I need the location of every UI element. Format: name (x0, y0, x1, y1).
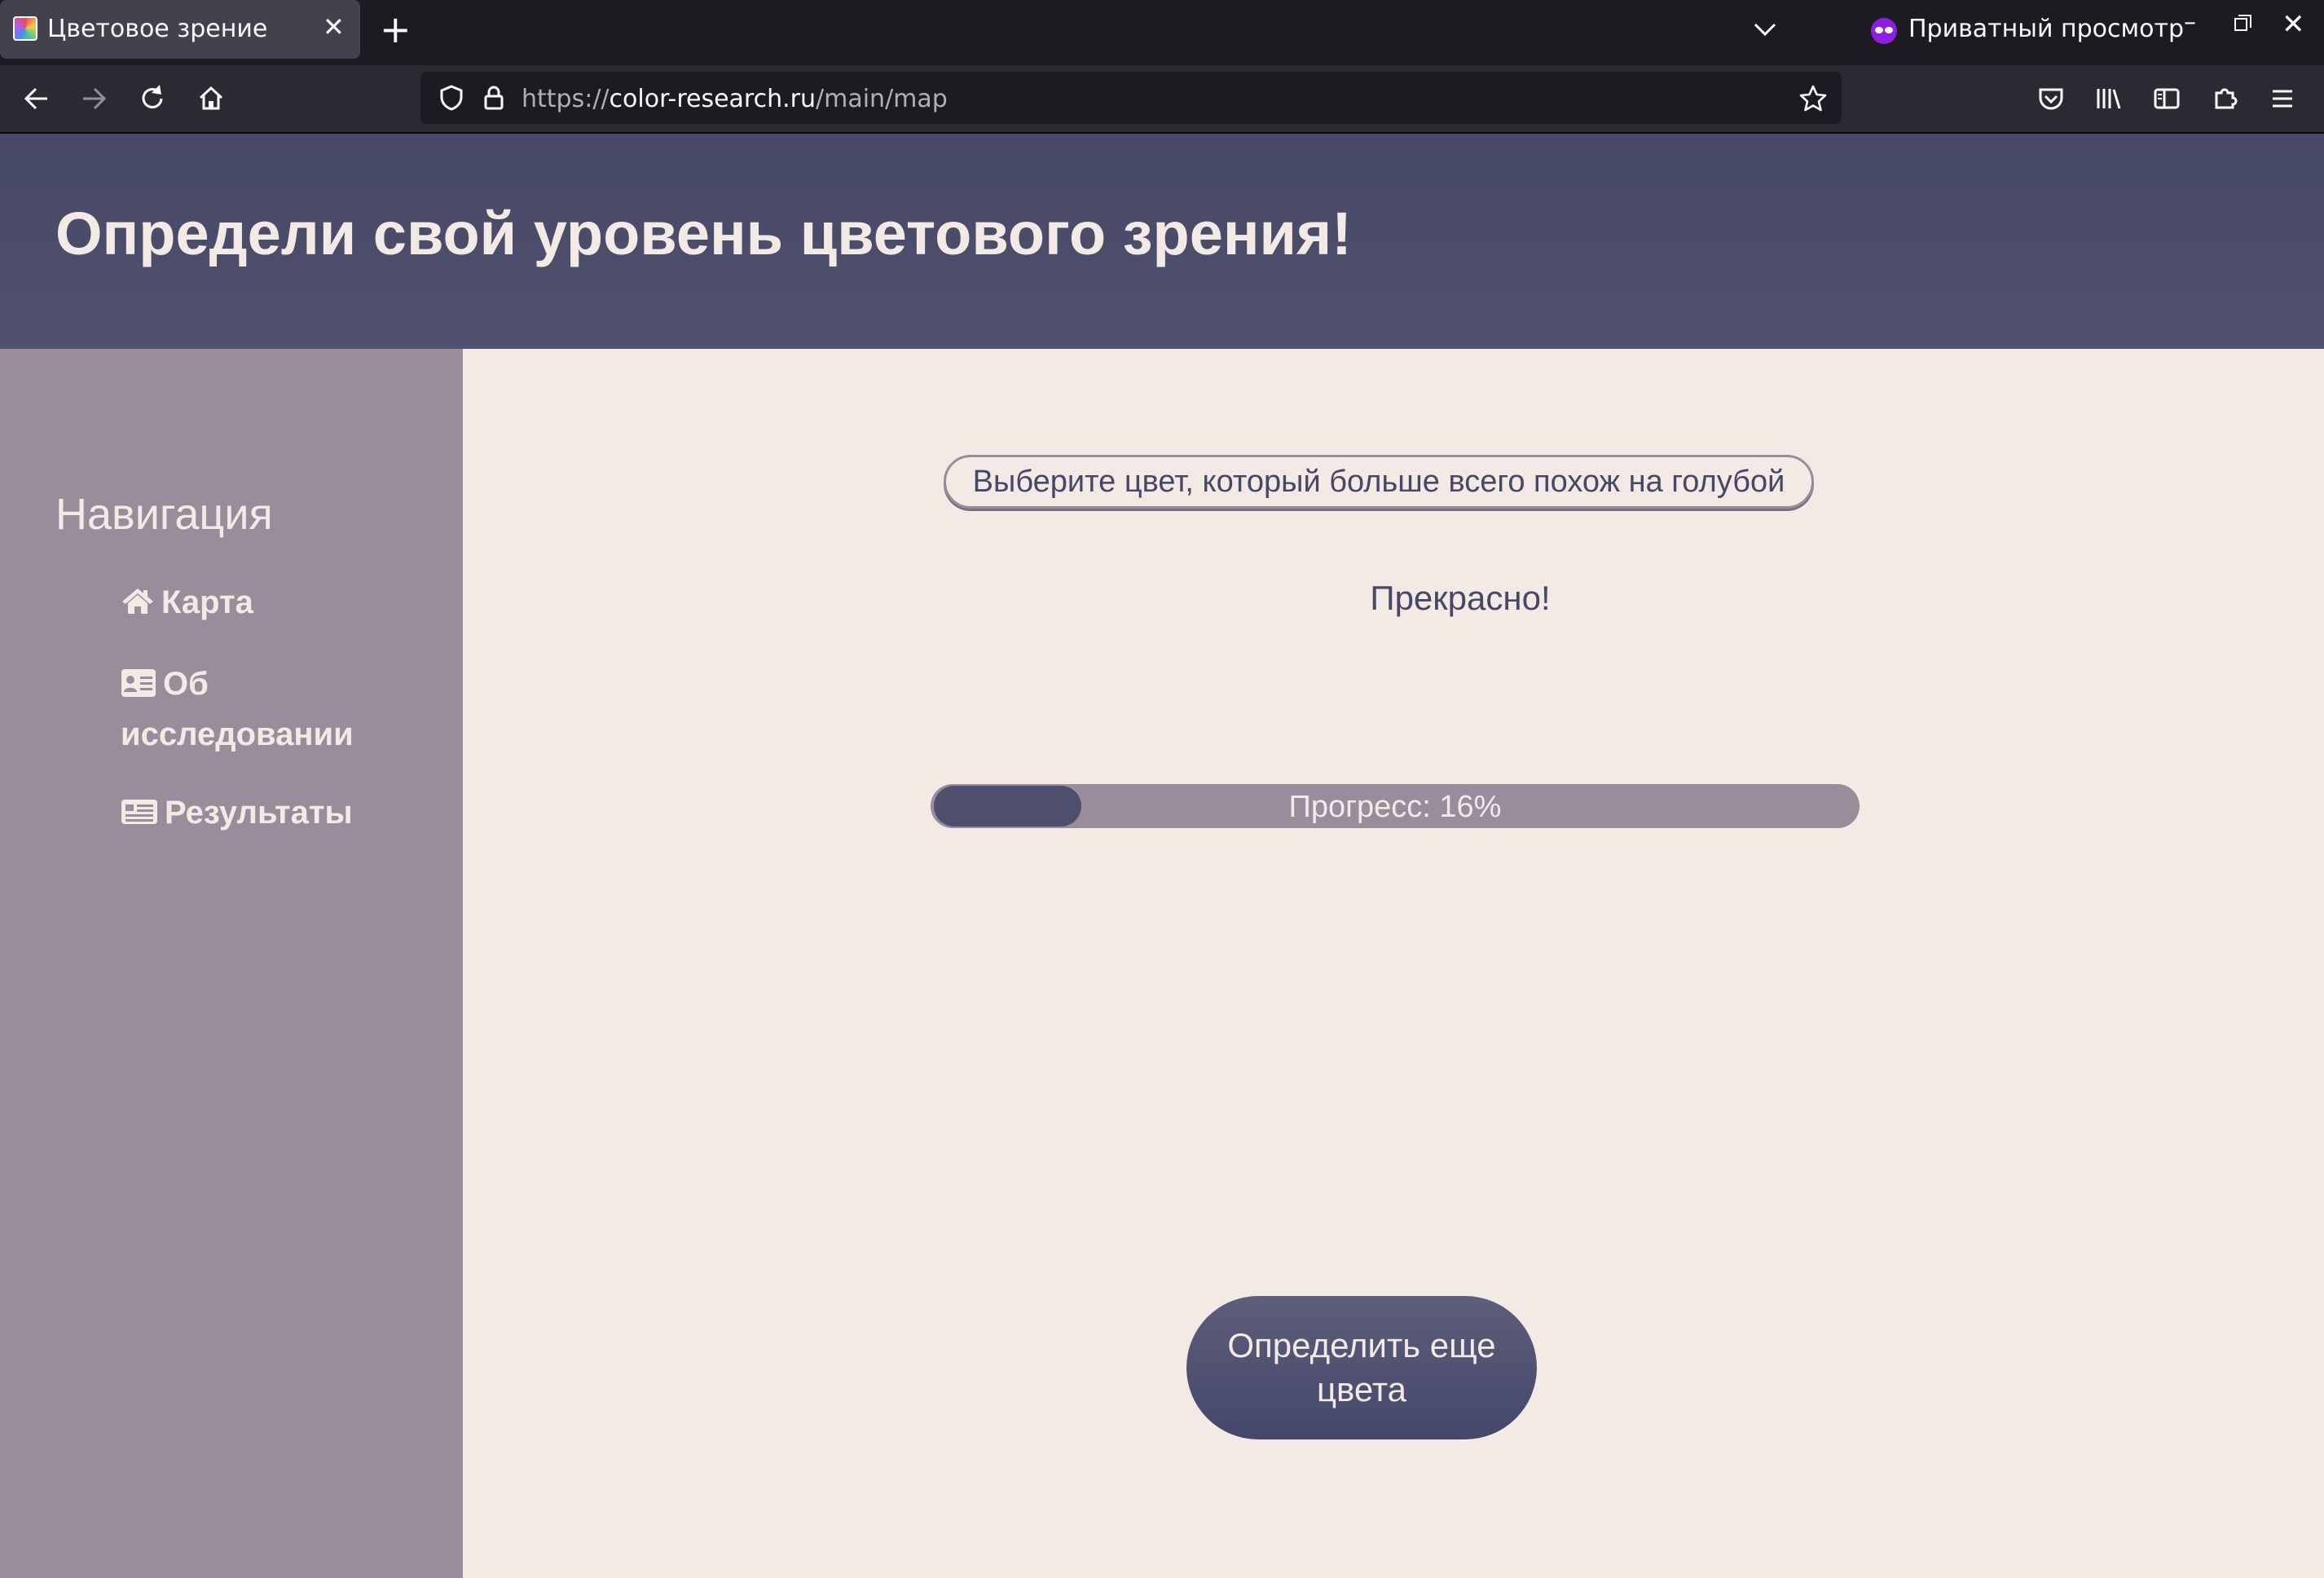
lock-icon[interactable] (479, 83, 508, 112)
sidebar-item-about[interactable]: Об исследовании (121, 659, 414, 760)
sidebar-item-label: Результаты (165, 795, 353, 831)
browser-tab-bar: Цветовое зрение ✕ + Приватный просмотр –… (0, 0, 2324, 65)
reload-icon[interactable] (132, 78, 173, 119)
home-browser-icon[interactable] (191, 78, 231, 119)
url-host: color-research.ru (609, 85, 816, 113)
private-browsing-label: Приватный просмотр (1908, 15, 2184, 43)
sidebar-toggle-icon[interactable] (2151, 83, 2182, 114)
newspaper-icon (121, 800, 157, 824)
url-path: /main/map (816, 85, 948, 113)
id-card-icon (121, 669, 156, 697)
home-icon (122, 588, 153, 614)
window-close-icon[interactable]: ✕ (2282, 8, 2305, 41)
main-content: Выберите цвет, который больше всего похо… (463, 349, 2324, 1578)
sidebar-item-label: Карта (161, 584, 253, 620)
private-browsing-icon (1871, 18, 1897, 44)
tab-close-icon[interactable]: ✕ (323, 11, 345, 42)
url-text[interactable]: https://color-research.ru/main/map (522, 85, 948, 113)
page-title: Определи свой уровень цветового зрения! (55, 200, 1352, 267)
site-header: Определи свой уровень цветового зрения! (0, 134, 2324, 349)
sidebar-item-map[interactable]: Карта (121, 577, 414, 628)
color-question-label: Выберите цвет, который больше всего похо… (944, 455, 1814, 509)
progress-label: Прогресс: 16% (1288, 790, 1502, 824)
library-icon[interactable] (2093, 83, 2124, 114)
pocket-icon[interactable] (2036, 83, 2067, 114)
restore-icon[interactable] (2234, 15, 2251, 31)
browser-nav-bar: https://color-research.ru/main/map (0, 65, 2324, 134)
tab-title: Цветовое зрение (47, 15, 268, 43)
sidebar-heading: Навигация (55, 490, 273, 539)
bookmark-star-icon[interactable] (1798, 83, 1829, 114)
browser-tab[interactable]: Цветовое зрение ✕ (0, 0, 360, 59)
back-icon[interactable] (16, 78, 57, 119)
feedback-message: Прекрасно! (1370, 579, 1551, 617)
sidebar-item-results[interactable]: Результаты (121, 787, 414, 838)
minimize-icon[interactable]: – (2184, 8, 2196, 37)
url-bar[interactable]: https://color-research.ru/main/map (420, 72, 1842, 124)
forward-icon[interactable] (73, 78, 114, 119)
progress-bar: Прогресс: 16% (931, 784, 1860, 828)
favicon-icon (13, 16, 37, 41)
tab-list-chevron-icon[interactable] (1749, 8, 1781, 49)
new-tab-icon[interactable]: + (380, 7, 412, 52)
extensions-icon[interactable] (2210, 83, 2241, 114)
identify-more-colors-button[interactable]: Определить еще цвета (1186, 1296, 1537, 1439)
sidebar: Навигация Карта Об исследовании Результа… (0, 349, 463, 1578)
menu-hamburger-icon[interactable] (2267, 83, 2298, 114)
shield-icon[interactable] (437, 83, 466, 112)
url-scheme: https:// (522, 85, 610, 113)
